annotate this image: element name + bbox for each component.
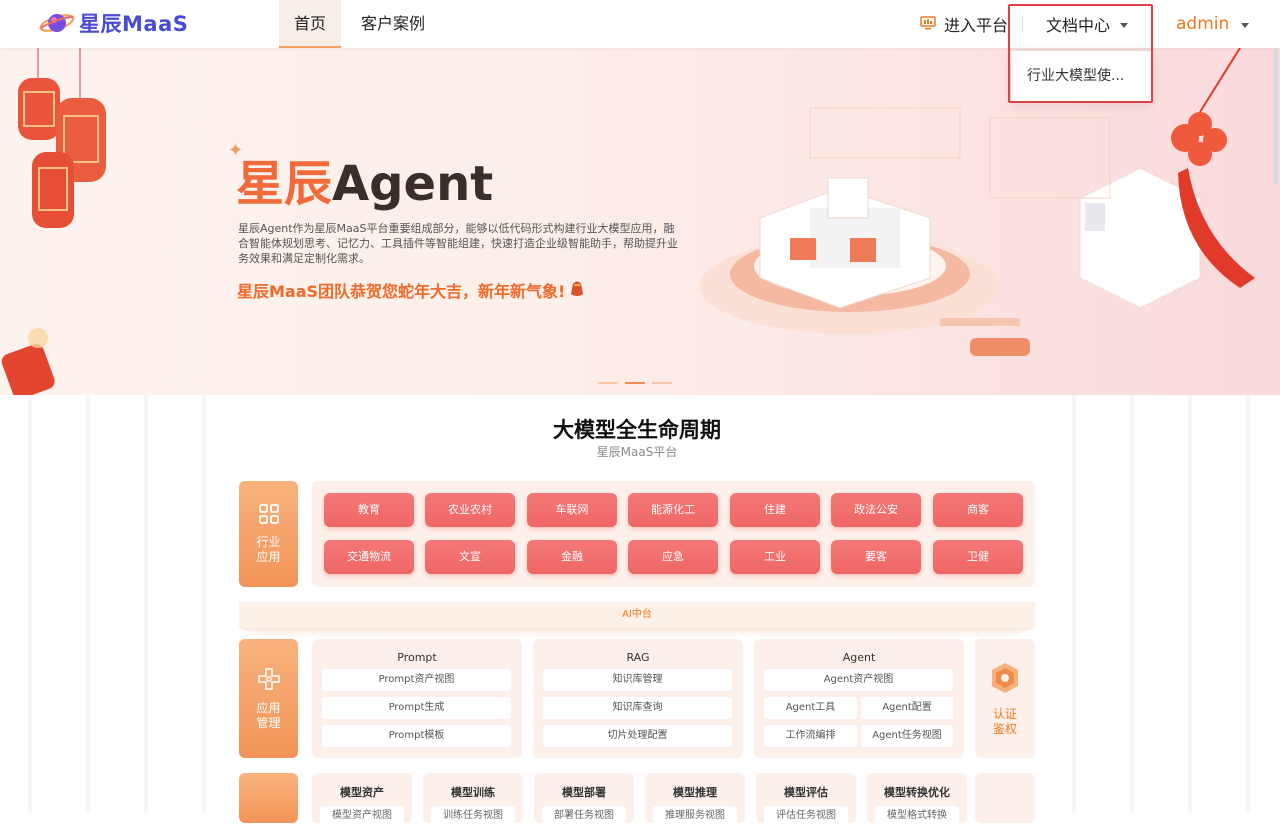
industry-vip[interactable]: 要客 <box>831 540 921 574</box>
app-mgmt-label: 应用 管理 <box>256 700 281 730</box>
carousel-dot-1[interactable] <box>598 382 618 384</box>
agent-module: Agent Agent资产视图 Agent工具 Agent配置 工作流编排 Ag… <box>754 639 964 758</box>
industry-apps-tile: 行业 应用 <box>239 481 298 587</box>
carousel-dots <box>598 382 679 384</box>
banner-title: 星辰Agent <box>236 144 493 214</box>
industry-culture[interactable]: 文宣 <box>425 540 515 574</box>
prompt-generate[interactable]: Prompt生成 <box>322 697 511 719</box>
industry-agriculture[interactable]: 农业农村 <box>425 493 515 527</box>
industry-energy-chem[interactable]: 能源化工 <box>628 493 718 527</box>
auth-label: 认证 鉴权 <box>992 707 1017 736</box>
header-divider <box>1022 17 1023 31</box>
chevron-down-icon <box>1241 22 1250 28</box>
model-deploy-sub: 部署任务视图 <box>542 806 626 826</box>
platform-illustration <box>700 48 1255 356</box>
banner-description: 星辰Agent作为星辰MaaS平台重要组成部分，能够以低代码形式构建行业大模型应… <box>238 222 678 265</box>
nav-customer-cases[interactable]: 客户案例 <box>351 0 431 48</box>
user-menu[interactable]: admin <box>1176 0 1250 48</box>
industry-health[interactable]: 卫健 <box>933 540 1023 574</box>
greeting-text: 星辰MaaS团队恭贺您蛇年大吉，新年新气象! <box>237 282 566 301</box>
industry-public-security[interactable]: 政法公安 <box>831 493 921 527</box>
carousel-dot-3[interactable] <box>652 382 672 384</box>
banner-title-cn: 星辰 <box>236 156 333 212</box>
app-mgmt-tile: 应用 管理 <box>239 639 298 758</box>
username: admin <box>1176 14 1230 34</box>
enter-platform-link[interactable]: 进入平台 <box>920 0 1008 48</box>
industry-logistics[interactable]: 交通物流 <box>324 540 414 574</box>
logo-planet-icon <box>38 8 76 38</box>
chevron-down-icon <box>1120 22 1129 28</box>
model-deploy-card[interactable]: 模型部署 部署任务视图 <box>534 773 634 826</box>
rag-chunk-config[interactable]: 切片处理配置 <box>543 725 732 747</box>
model-assets-sub: 模型资产视图 <box>320 806 404 826</box>
rag-kb-manage[interactable]: 知识库管理 <box>543 669 732 691</box>
banner-title-en: Agent <box>332 156 494 212</box>
top-header: 星辰MaaS 首页 客户案例 进入平台 文档中心 admin <box>0 0 1280 48</box>
lucky-bag-icon <box>569 279 585 301</box>
agent-config[interactable]: Agent配置 <box>861 697 953 719</box>
enter-platform-label: 进入平台 <box>944 16 1009 35</box>
docs-center-label: 文档中心 <box>1046 16 1111 35</box>
model-eval-card[interactable]: 模型评估 评估任务视图 <box>756 773 856 826</box>
model-assets-card[interactable]: 模型资产 模型资产视图 <box>312 773 412 826</box>
model-training-title: 模型训练 <box>451 786 495 799</box>
docs-center-menu[interactable]: 文档中心 <box>1046 0 1129 48</box>
model-inference-title: 模型推理 <box>673 786 717 799</box>
nav-home[interactable]: 首页 <box>279 0 341 48</box>
auth-tile: 认证 鉴权 <box>975 639 1035 758</box>
model-training-sub: 训练任务视图 <box>431 806 515 826</box>
prompt-module: Prompt Prompt资产视图 Prompt生成 Prompt模板 <box>312 639 522 758</box>
docs-menu-item-industry-model[interactable]: 行业大模型使... <box>1011 51 1151 101</box>
agent-workflow[interactable]: 工作流编排 <box>764 725 857 747</box>
prompt-asset-view[interactable]: Prompt资产视图 <box>322 669 511 691</box>
industry-panel: 教育 农业农村 车联网 能源化工 住建 政法公安 商客 交通物流 文宣 金融 应… <box>312 481 1035 587</box>
prompt-template[interactable]: Prompt模板 <box>322 725 511 747</box>
industry-emergency[interactable]: 应急 <box>628 540 718 574</box>
model-convert-card[interactable]: 模型转换优化 模型格式转换 <box>867 773 967 826</box>
industry-manufacturing[interactable]: 工业 <box>730 540 820 574</box>
agent-tools[interactable]: Agent工具 <box>764 697 857 719</box>
section-title: 大模型全生命周期 <box>553 418 721 442</box>
rag-module: RAG 知识库管理 知识库查询 切片处理配置 <box>533 639 743 758</box>
ai-platform-bar: AI中台 <box>239 602 1035 628</box>
model-eval-sub: 评估任务视图 <box>764 806 848 826</box>
section-title-block: 大模型全生命周期 星辰MaaS平台 <box>549 416 725 462</box>
model-training-card[interactable]: 模型训练 训练任务视图 <box>423 773 523 826</box>
rag-title: RAG <box>626 651 650 664</box>
model-eval-title: 模型评估 <box>784 786 828 799</box>
main-nav: 首页 客户案例 <box>279 0 431 48</box>
monitor-icon <box>920 15 936 34</box>
model-inference-sub: 推理服务视图 <box>653 806 737 826</box>
grid-icon <box>258 503 280 529</box>
prompt-title: Prompt <box>397 651 437 664</box>
industry-apps-label: 行业 应用 <box>256 535 281 564</box>
docs-dropdown: 行业大模型使... <box>1011 51 1151 101</box>
bottom-auth-tile <box>975 773 1035 823</box>
ai-platform-shadow <box>239 628 1035 638</box>
section-subtitle: 星辰MaaS平台 <box>596 445 678 459</box>
model-mgmt-tile <box>239 773 298 823</box>
auth-shield-icon <box>975 661 1035 699</box>
industry-iov[interactable]: 车联网 <box>527 493 617 527</box>
agent-task-view[interactable]: Agent任务视图 <box>861 725 953 747</box>
app-mgmt-icon <box>257 667 281 695</box>
banner-greeting: 星辰MaaS团队恭贺您蛇年大吉，新年新气象! <box>237 278 585 302</box>
industry-education[interactable]: 教育 <box>324 493 414 527</box>
carousel-dot-2[interactable] <box>625 382 645 384</box>
industry-finance[interactable]: 金融 <box>527 540 617 574</box>
lantern-decoration <box>1 48 106 395</box>
industry-business[interactable]: 商客 <box>933 493 1023 527</box>
industry-construction[interactable]: 住建 <box>730 493 820 527</box>
agent-title: Agent <box>842 651 876 664</box>
model-convert-sub: 模型格式转换 <box>875 806 959 826</box>
model-assets-title: 模型资产 <box>340 786 384 799</box>
page-scrollbar[interactable] <box>1273 48 1278 184</box>
model-deploy-title: 模型部署 <box>562 786 606 799</box>
brand-logo[interactable]: 星辰MaaS <box>38 8 188 38</box>
model-inference-card[interactable]: 模型推理 推理服务视图 <box>645 773 745 826</box>
rag-kb-query[interactable]: 知识库查询 <box>543 697 732 719</box>
brand-name: 星辰MaaS <box>79 12 189 36</box>
model-convert-title: 模型转换优化 <box>884 786 950 799</box>
agent-asset-view[interactable]: Agent资产视图 <box>764 669 953 691</box>
